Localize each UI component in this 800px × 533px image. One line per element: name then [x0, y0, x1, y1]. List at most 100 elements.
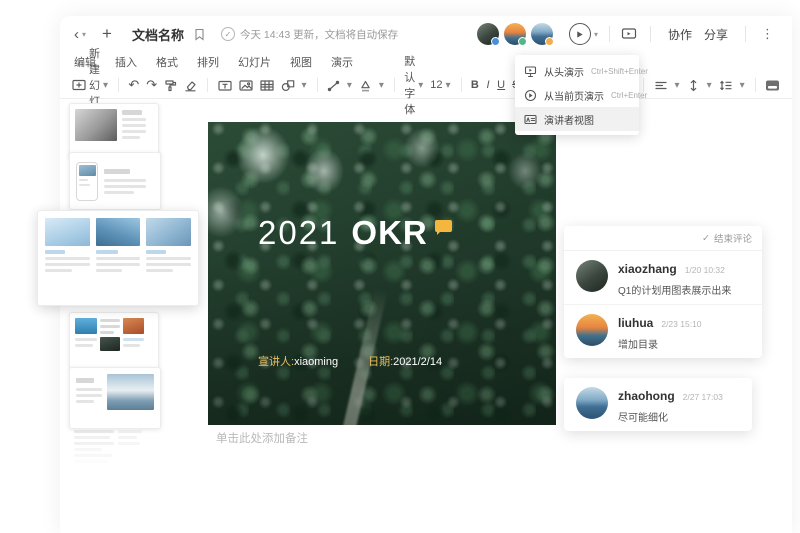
- shade-overlay: [208, 122, 556, 425]
- theme-icon[interactable]: [765, 79, 780, 92]
- present-play-button[interactable]: [569, 23, 591, 45]
- vertical-align-icon[interactable]: [687, 79, 700, 92]
- new-slide-icon: [72, 78, 86, 92]
- status-dot: [491, 37, 500, 46]
- title-okr: OKR: [351, 214, 427, 252]
- presenter-label: 宣讲人:: [258, 356, 294, 368]
- slide-meta-textbox[interactable]: 宣讲人:xiaoming 日期:2021/2/14: [258, 353, 442, 369]
- date-label: 日期:: [368, 356, 393, 368]
- insert-table-icon[interactable]: [260, 79, 274, 92]
- avatar-collaborator-2[interactable]: [504, 23, 526, 45]
- horizontal-align-caret[interactable]: ▾: [675, 80, 680, 91]
- avatar-collaborator-3[interactable]: [531, 23, 553, 45]
- bold-button[interactable]: B: [471, 79, 479, 91]
- thumb-card: [45, 218, 90, 298]
- menu-present[interactable]: 演示: [331, 54, 353, 70]
- share-button[interactable]: 分享: [698, 26, 734, 43]
- comment-item[interactable]: xiaozhang 1/20 10:32 Q1的计划用图表展示出来: [564, 251, 762, 304]
- thumb-collage: [75, 318, 153, 334]
- collaborate-button[interactable]: 协作: [662, 26, 698, 43]
- comment-time: 1/20 10:32: [685, 265, 725, 275]
- comment-panel-2: zhaohong2/27 17:03 尽可能细化: [564, 378, 752, 431]
- undo-button[interactable]: ↶: [128, 77, 139, 93]
- clear-format-icon[interactable]: [184, 79, 197, 92]
- status-dot: [518, 37, 527, 46]
- menu-item-present-from-start[interactable]: 从头演示 Ctrl+Shift+Enter: [515, 59, 639, 83]
- autosave-status: ✓ 今天 14:43 更新，文档将自动保存: [221, 27, 398, 42]
- thumb-collage: [75, 337, 153, 351]
- fill-caret[interactable]: ▾: [379, 80, 384, 91]
- back-button[interactable]: ‹: [74, 27, 79, 42]
- font-size-select[interactable]: 12▾: [430, 79, 450, 91]
- present-options-caret[interactable]: ▾: [594, 30, 598, 39]
- horizontal-align-icon[interactable]: [654, 79, 668, 92]
- divider: [609, 26, 610, 42]
- new-document-button[interactable]: +: [102, 24, 112, 44]
- line-spacing-caret[interactable]: ▾: [740, 80, 745, 91]
- date-value: 2021/2/14: [393, 356, 442, 368]
- comment-author: xiaozhang: [618, 262, 677, 276]
- underline-button[interactable]: U: [497, 79, 505, 91]
- insert-shape-icon[interactable]: [281, 79, 295, 92]
- presenter-value: xiaoming: [294, 356, 338, 368]
- present-dropdown-menu: 从头演示 Ctrl+Shift+Enter 从当前页演示 Ctrl+Enter …: [515, 55, 639, 135]
- menu-arrange[interactable]: 排列: [197, 54, 219, 70]
- comment-author: liuhua: [618, 316, 653, 330]
- slide-title-textbox[interactable]: 2021 OKR: [258, 214, 452, 252]
- slide-thumbnail-6[interactable]: [69, 423, 147, 471]
- check-circle-icon: ✓: [221, 27, 235, 41]
- slide-thumbnail-1[interactable]: [69, 103, 159, 159]
- menu-insert[interactable]: 插入: [115, 54, 137, 70]
- comment-item[interactable]: zhaohong2/27 17:03 尽可能细化: [564, 378, 752, 431]
- insert-image-icon[interactable]: [239, 79, 253, 92]
- check-icon: ✓: [702, 233, 710, 244]
- format-toolbar: 新建幻灯片▾ ↶ ↷ ▾ ▾ ▾: [60, 72, 792, 99]
- menu-slide[interactable]: 幻灯片: [238, 54, 271, 70]
- resolve-comments-button[interactable]: ✓ 结束评论: [564, 226, 762, 251]
- vertical-align-caret[interactable]: ▾: [707, 80, 712, 91]
- menu-view[interactable]: 视图: [290, 54, 312, 70]
- slide-thumbnail-2[interactable]: [69, 152, 161, 210]
- comment-author: zhaohong: [618, 389, 675, 403]
- title-year: 2021: [258, 214, 339, 252]
- font-family-select[interactable]: 默认字体▾: [404, 53, 423, 117]
- line-caret[interactable]: ▾: [347, 80, 352, 91]
- text-box-icon[interactable]: [218, 79, 232, 92]
- divider: [650, 26, 651, 42]
- menu-bar: 编辑 插入 格式 排列 幻灯片 视图 演示: [74, 54, 353, 70]
- chevron-down-icon[interactable]: ▾: [82, 30, 86, 39]
- comment-item[interactable]: liuhua2/23 15:10 增加目录: [564, 304, 762, 358]
- comment-time: 2/27 17:03: [683, 392, 723, 402]
- fill-color-icon[interactable]: [359, 79, 372, 92]
- redo-button[interactable]: ↷: [146, 77, 157, 93]
- status-dot: [545, 37, 554, 46]
- slide-thumbnail-3-selected[interactable]: [37, 210, 199, 306]
- slide-thumbnail-4[interactable]: [69, 312, 159, 369]
- menu-item-present-current[interactable]: 从当前页演示 Ctrl+Enter: [515, 83, 639, 107]
- comment-marker-icon[interactable]: [435, 220, 452, 232]
- menu-item-presenter-view[interactable]: 演讲者视图: [515, 107, 639, 131]
- presenter-view-icon: [524, 113, 537, 126]
- more-menu-button[interactable]: ⋮: [757, 26, 778, 42]
- title-bar: ‹ ▾ + 文档名称 ✓ 今天 14:43 更新，文档将自动保存 ▾: [60, 16, 792, 52]
- notes-placeholder[interactable]: 单击此处添加备注: [216, 430, 308, 446]
- avatar-collaborator-1[interactable]: [477, 23, 499, 45]
- comment-text: 增加目录: [618, 336, 702, 351]
- line-style-icon[interactable]: [327, 79, 340, 92]
- thumb-image: [107, 374, 154, 410]
- divider: [745, 26, 746, 42]
- italic-button[interactable]: I: [486, 79, 490, 91]
- slide-canvas[interactable]: 2021 OKR 宣讲人:xiaoming 日期:2021/2/14: [208, 122, 556, 425]
- format-painter-icon[interactable]: [164, 79, 177, 92]
- app-window: ‹ ▾ + 文档名称 ✓ 今天 14:43 更新，文档将自动保存 ▾: [60, 16, 792, 533]
- cast-screen-icon[interactable]: [621, 27, 637, 41]
- comment-text: Q1的计划用图表展示出来: [618, 282, 731, 297]
- shape-caret[interactable]: ▾: [302, 80, 307, 91]
- thumb-text: [122, 109, 153, 153]
- avatar: [576, 314, 608, 346]
- menu-format[interactable]: 格式: [156, 54, 178, 70]
- line-spacing-icon[interactable]: [719, 79, 733, 92]
- document-title[interactable]: 文档名称: [132, 25, 184, 44]
- slide-thumbnail-5[interactable]: [69, 367, 161, 429]
- bookmark-icon[interactable]: [194, 28, 205, 41]
